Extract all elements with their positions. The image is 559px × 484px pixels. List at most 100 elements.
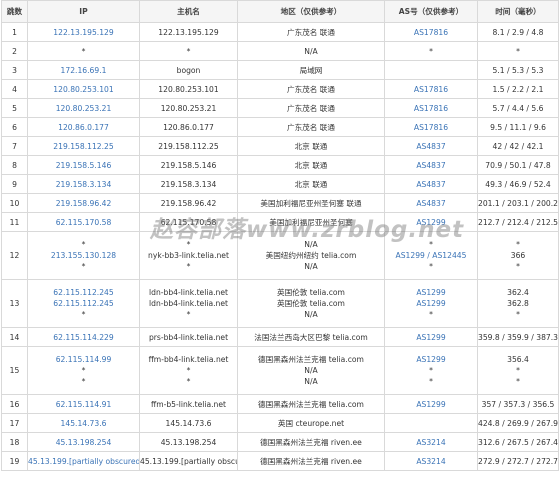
time-text: 312.6 / 267.5 / 267.4 [478,437,558,447]
time-text: 359.8 / 359.9 / 387.3 [478,332,558,342]
as-link[interactable]: AS1299 [386,298,477,309]
host-text: * [186,46,191,56]
region-text: N/A [304,310,318,319]
time-text: 49.3 / 46.9 / 52.4 [485,179,551,189]
hop-number: 7 [1,136,28,156]
ip-link[interactable]: 213.155.130.128 [29,250,139,261]
as-link[interactable]: AS1299 [386,354,477,365]
table-row: 13 62.115.112.245 62.115.112.245 * ldn-bb4-l… [1,279,559,328]
region-text: 法国法兰西岛大区巴黎 telia.com [254,332,368,342]
time-cell: 359.8 / 359.9 / 387.3 [477,327,559,347]
hostname-cell: prs-bb4-link.telia.net [139,327,238,347]
ip-link[interactable]: 62.115.112.245 [29,298,139,309]
hop-number: 3 [1,60,28,80]
table-row: 9 219.158.3.134 219.158.3.134 北京 联通 AS4837 49… [1,174,559,194]
table-row: 19 45.13.199.[partially obscured] 45.13.19… [1,451,559,471]
ip-link[interactable]: 120.80.253.101 [29,84,139,95]
as-link[interactable]: AS1299 [386,399,477,410]
as-text: * [429,377,433,386]
region-cell: 德国黑森州法兰克福 riven.ee [237,432,385,452]
as-link[interactable]: AS4837 [386,198,477,209]
as-link[interactable]: AS17816 [386,122,477,133]
hostname-cell: 219.158.112.25 [139,136,238,156]
ip-link[interactable]: 120.86.0.177 [29,122,139,133]
region-cell: 法国法兰西岛大区巴黎 telia.com [237,327,385,347]
as-link[interactable]: AS1299 / AS12445 [386,250,477,261]
hostname-cell: * [139,41,238,61]
ip-link[interactable]: 62.115.114.229 [29,332,139,343]
host-text: 122.13.195.129 [158,27,219,37]
as-text: * [429,262,433,271]
hostname-cell: bogon [139,60,238,80]
header-region: 地区（仅供参考） [237,0,385,23]
as-link[interactable]: AS4837 [386,179,477,190]
time-cell: 362.4 362.8 * [477,279,559,328]
as-link[interactable]: AS1299 [386,287,477,298]
as-link[interactable]: AS17816 [386,27,477,38]
ip-link[interactable]: 62.115.114.91 [29,399,139,410]
hop-number: 12 [1,231,28,280]
time-cell: 8.1 / 2.9 / 4.8 [477,22,559,42]
ip-link[interactable]: 122.13.195.129 [29,27,139,38]
region-cell: 德国黑森州法兰克福 riven.ee [237,451,385,471]
header-hop: 跳数 [1,0,28,23]
as-link[interactable]: AS4837 [386,141,477,152]
table-row: 5 120.80.253.21 120.80.253.21 广东茂名 联通 AS1781… [1,98,559,118]
ip-link[interactable]: 45.13.199.[partially obscured] [29,456,139,467]
region-cell: 北京 联通 [237,136,385,156]
ip-link[interactable]: 172.16.69.1 [29,65,139,76]
as-link[interactable]: AS3214 [386,456,477,467]
region-text: N/A [304,377,318,386]
as-cell [384,60,478,80]
ip-link[interactable]: 62.115.114.99 [29,354,139,365]
hostname-cell: ffm-b5-link.telia.net [139,394,238,414]
traceroute-table: 跳数 IP 主机名 地区（仅供参考） AS号（仅供参考） 时间（毫秒） 1 122… [1,0,559,471]
table-row: 18 45.13.198.254 45.13.198.254 德国黑森州法兰克福 ri… [1,432,559,452]
region-text: 广东茂名 联通 [287,122,335,132]
as-link[interactable]: AS1299 [386,332,477,343]
ip-link[interactable]: 219.158.96.42 [29,198,139,209]
region-text: 德国黑森州法兰克福 telia.com [258,355,364,364]
table-row: 17 145.14.73.6 145.14.73.6 英国 cteurope.net 4… [1,413,559,433]
hostname-cell: 219.158.5.146 [139,155,238,175]
time-cell: 312.6 / 267.5 / 267.4 [477,432,559,452]
region-cell: N/A 美国纽约州纽约 telia.com N/A [237,231,385,280]
ip-link[interactable]: 45.13.198.254 [29,437,139,448]
host-text: 219.158.112.25 [158,141,219,151]
time-cell: 9.5 / 11.1 / 9.6 [477,117,559,137]
as-link[interactable]: AS17816 [386,103,477,114]
as-link[interactable]: AS17816 [386,84,477,95]
time-cell: 272.9 / 272.7 / 272.7 [477,451,559,471]
ip-cell: 62.115.112.245 62.115.112.245 * [27,279,140,328]
table-row: 3 172.16.69.1 bogon 局域网 5.1 / 5.3 / 5.3 [1,60,559,80]
as-link[interactable]: AS3214 [386,437,477,448]
ip-link[interactable]: 120.80.253.21 [29,103,139,114]
ip-link[interactable]: 145.14.73.6 [29,418,139,429]
host-text: * [186,310,191,319]
header-ip: IP [27,0,140,23]
ip-cell: * [27,41,140,61]
header-time: 时间（毫秒） [477,0,559,23]
host-text: ffm-bb4-link.telia.net [148,355,229,364]
ip-link[interactable]: 219.158.3.134 [29,179,139,190]
region-text: 美国加利福尼亚州圣何塞 联通 [260,198,362,208]
region-text: 美国纽约州纽约 telia.com [265,251,357,260]
ip-link[interactable]: 219.158.5.146 [29,160,139,171]
table-row: 16 62.115.114.91 ffm-b5-link.telia.net 德国黑森… [1,394,559,414]
time-cell: 212.7 / 212.4 / 212.5 [477,212,559,232]
table-header-row: 跳数 IP 主机名 地区（仅供参考） AS号（仅供参考） 时间（毫秒） [1,0,559,23]
hostname-cell: * nyk-bb3-link.telia.net * [139,231,238,280]
time-text: * [516,46,520,56]
region-cell: 北京 联通 [237,174,385,194]
table-row: 12 * 213.155.130.128 * * nyk-bb3-link.telia.n… [1,231,559,280]
ip-link[interactable]: 62.115.170.58 [29,217,139,228]
ip-cell: 45.13.199.[partially obscured] [27,451,140,471]
as-link[interactable]: AS4837 [386,160,477,171]
ip-text: * [81,240,86,249]
ip-cell: 120.80.253.101 [27,79,140,99]
ip-link[interactable]: 62.115.112.245 [29,287,139,298]
host-text: ffm-b5-link.telia.net [150,399,226,409]
as-link[interactable]: AS1299 [386,217,477,228]
time-cell: 70.9 / 50.1 / 47.8 [477,155,559,175]
ip-link[interactable]: 219.158.112.25 [29,141,139,152]
